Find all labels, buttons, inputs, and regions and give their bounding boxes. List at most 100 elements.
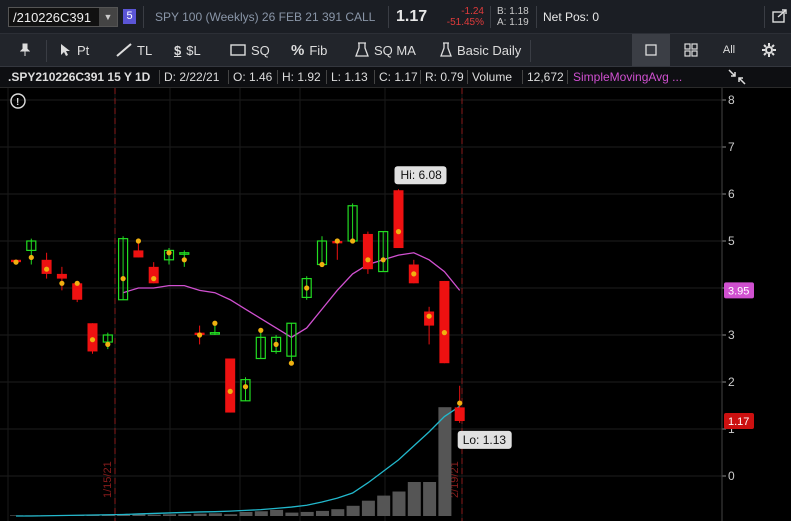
candle-dot	[197, 332, 203, 338]
rectangle-icon	[230, 44, 246, 56]
candle-dot	[288, 360, 294, 366]
point-tool-label: Pt	[77, 42, 90, 58]
header-divider	[764, 6, 765, 28]
candle-body	[439, 280, 450, 364]
info-divider	[326, 70, 327, 84]
volume-bar	[254, 511, 268, 516]
toolbar-divider	[46, 40, 47, 62]
candle-body	[454, 407, 465, 422]
style-button[interactable]: Basic Daily	[440, 40, 521, 60]
symbol-text: /210226C391	[13, 10, 92, 25]
y-tick-label: 0	[728, 469, 735, 483]
candle-dot	[59, 280, 65, 286]
candle-dot	[350, 238, 356, 244]
candle-dot	[334, 238, 340, 244]
candle-dot	[457, 400, 463, 406]
date-marker-label: 1/15/21	[102, 461, 114, 498]
share-icon[interactable]	[772, 8, 788, 24]
volume-bar	[392, 491, 406, 516]
volume-bar	[147, 514, 161, 516]
chart-symbol[interactable]: .SPY210226C391 15 Y 1D	[8, 70, 150, 84]
candle-dot	[441, 330, 447, 336]
square-tool-button[interactable]: SQ	[230, 40, 270, 60]
symbol-input[interactable]: /210226C391 ▼	[8, 7, 118, 27]
bid-ask: B: 1.18 A: 1.19	[497, 6, 529, 28]
study-ma-label: SQ MA	[374, 42, 416, 58]
study-label[interactable]: SimpleMovingAvg ...	[573, 70, 682, 84]
info-divider	[159, 70, 160, 84]
study-ma-button[interactable]: SQ MA	[355, 40, 416, 60]
lo-label: Lo: 1.13	[463, 433, 507, 447]
last-value-label: 1.17	[728, 416, 749, 428]
candle-dot	[28, 254, 34, 261]
pin-button[interactable]	[20, 40, 30, 60]
candle-dot	[411, 271, 417, 277]
candle-dot	[395, 229, 402, 235]
candle-dot	[166, 250, 172, 256]
bar-close: C: 1.17	[379, 70, 418, 84]
trendline-icon	[116, 43, 132, 57]
candle-dot	[242, 384, 249, 390]
fibonacci-tool-button[interactable]: % Fib	[291, 40, 327, 60]
volume-bar	[346, 505, 360, 516]
candle-dot	[380, 257, 386, 263]
bar-date: D: 2/22/21	[164, 70, 220, 84]
collapse-arrows-icon[interactable]	[727, 68, 747, 86]
hi-label: Hi: 6.08	[401, 168, 443, 182]
single-grid-button[interactable]	[632, 34, 670, 66]
toolbar-divider	[530, 40, 531, 62]
ma-value-label: 3.95	[728, 285, 749, 297]
settings-button[interactable]	[750, 34, 788, 66]
candle-dot	[44, 266, 50, 272]
candle-body	[225, 358, 236, 413]
candle-dot	[319, 261, 325, 268]
candle-dot	[105, 341, 111, 347]
trendline-tool-button[interactable]: TL	[116, 40, 152, 60]
candle-body	[56, 273, 67, 279]
candle-dot	[89, 337, 96, 343]
header-divider	[490, 6, 491, 28]
symbol-header-bar: /210226C391 ▼ 5 SPY 100 (Weeklys) 26 FEB…	[0, 0, 791, 34]
volume-bar	[423, 482, 437, 516]
price-chart[interactable]: 0123456781/15/212/19/21Hi: 6.08Lo: 1.133…	[0, 88, 791, 521]
volume-bar	[361, 500, 375, 516]
candle-body	[362, 233, 373, 270]
y-tick-label: 8	[728, 93, 735, 107]
last-price: 1.17	[396, 8, 428, 25]
bar-open: O: 1.46	[233, 70, 273, 84]
info-divider	[420, 70, 421, 84]
link-group-badge[interactable]: 5	[123, 9, 136, 24]
candle-dot	[151, 276, 157, 282]
volume-bar	[239, 511, 253, 516]
net-position: Net Pos: 0	[543, 10, 600, 24]
header-divider	[143, 6, 144, 28]
trendline-tool-label: TL	[137, 42, 153, 58]
candle-dot	[74, 280, 80, 286]
volume-bar	[270, 509, 284, 516]
point-tool-button[interactable]: Pt	[60, 40, 89, 60]
y-tick-label: 3	[728, 328, 735, 342]
price-level-tool-button[interactable]: $ $L	[174, 40, 201, 60]
price-change: -1.24 -51.45%	[446, 6, 484, 28]
y-tick-label: 5	[728, 234, 735, 248]
net-change: -1.24	[461, 6, 484, 17]
all-button[interactable]: All	[710, 34, 748, 66]
candle-body	[133, 250, 144, 258]
info-divider	[567, 70, 568, 84]
pin-icon	[20, 43, 30, 56]
info-divider	[277, 70, 278, 84]
info-divider	[374, 70, 375, 84]
candle-dot	[227, 388, 233, 394]
header-divider	[388, 6, 389, 28]
style-label: Basic Daily	[457, 42, 522, 58]
volume-bar	[438, 407, 452, 516]
volume-bar	[407, 482, 421, 516]
chevron-down-icon[interactable]: ▼	[99, 8, 117, 26]
grid-layout-button[interactable]	[672, 34, 710, 66]
bar-low: L: 1.13	[331, 70, 368, 84]
header-divider	[536, 6, 537, 28]
price-level-tool-label: $L	[186, 42, 201, 58]
candle-dot	[181, 257, 187, 263]
percent-change: -51.45%	[446, 17, 484, 28]
candle-dot	[120, 276, 126, 282]
